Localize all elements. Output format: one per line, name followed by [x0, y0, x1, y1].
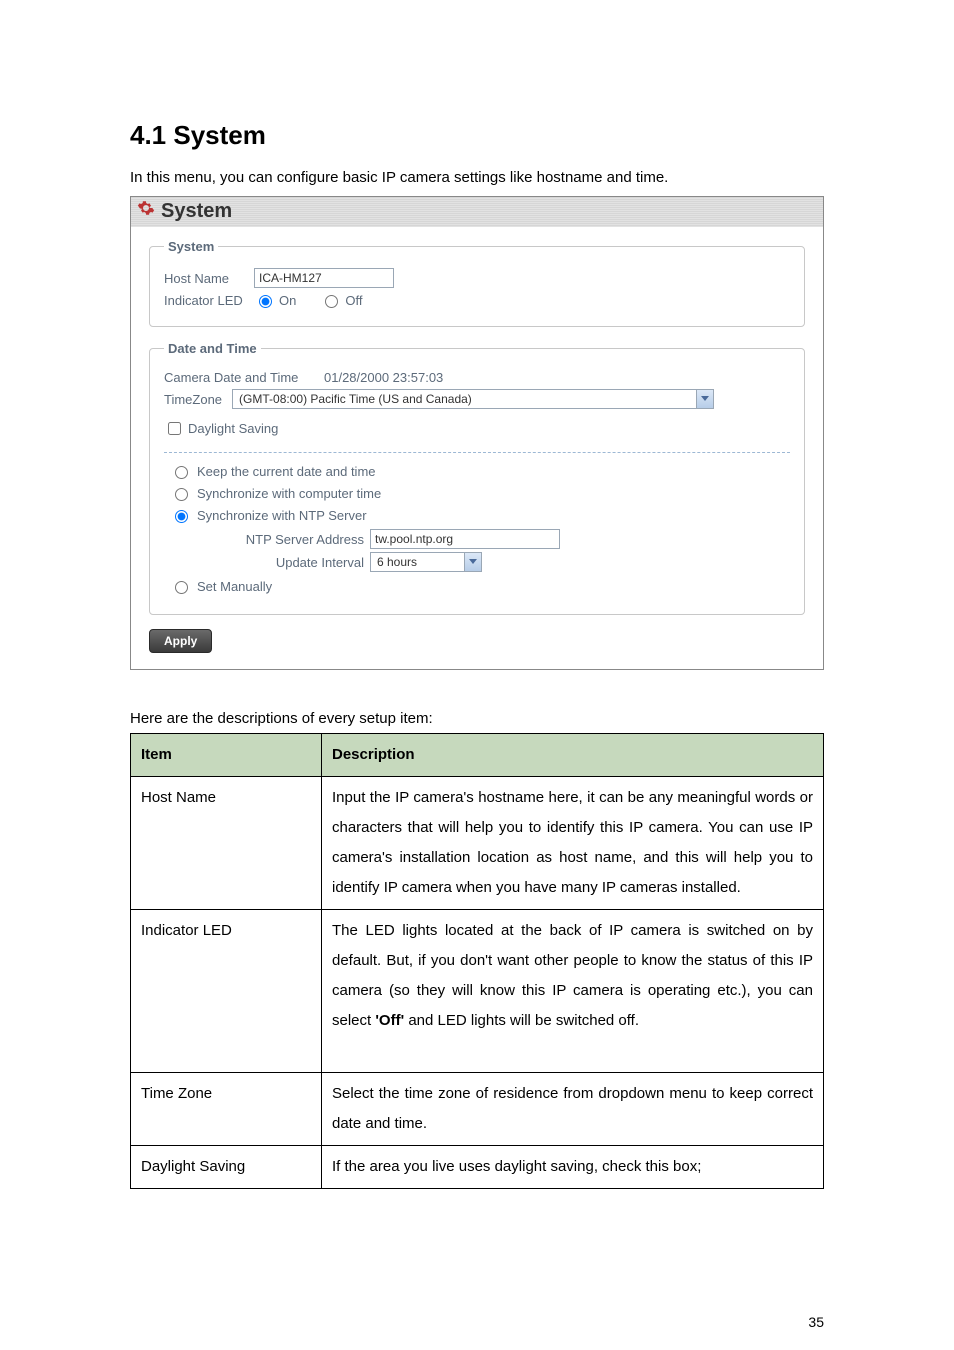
ntp-address-label: NTP Server Address: [234, 532, 364, 547]
daylight-checkbox[interactable]: [168, 422, 181, 435]
table-row: Indicator LED The LED lights located at …: [131, 910, 824, 1073]
cell-item: Indicator LED: [131, 910, 322, 1073]
apply-button[interactable]: Apply: [149, 629, 212, 653]
daylight-label: Daylight Saving: [188, 421, 278, 436]
group-legend: System: [164, 239, 218, 254]
system-group: System Host Name Indicator LED On Off: [149, 239, 805, 327]
table-row: Daylight Saving If the area you live use…: [131, 1146, 824, 1189]
indicator-led-label: Indicator LED: [164, 293, 244, 308]
set-manually-radio[interactable]: [175, 581, 188, 594]
camera-dt-label: Camera Date and Time: [164, 370, 314, 385]
table-intro: Here are the descriptions of every setup…: [130, 710, 824, 727]
update-interval-select[interactable]: 6 hours: [370, 552, 482, 572]
cell-desc: Select the time zone of residence from d…: [322, 1073, 824, 1146]
radio-label: Off: [345, 293, 362, 308]
chevron-down-icon: [464, 553, 481, 571]
cell-item: Host Name: [131, 777, 322, 910]
timezone-value: (GMT-08:00) Pacific Time (US and Canada): [233, 392, 696, 406]
datetime-group: Date and Time Camera Date and Time 01/28…: [149, 341, 805, 615]
th-desc: Description: [322, 734, 824, 777]
gear-icon: [137, 199, 155, 223]
panel-title: System: [161, 200, 232, 223]
cell-desc: The LED lights located at the back of IP…: [322, 910, 824, 1073]
intro-text: In this menu, you can configure basic IP…: [130, 169, 824, 186]
table-row: Host Name Input the IP camera's hostname…: [131, 777, 824, 910]
keep-current-radio[interactable]: [175, 466, 188, 479]
panel-header: System: [131, 197, 823, 227]
update-interval-value: 6 hours: [371, 555, 464, 569]
timezone-label: TimeZone: [164, 392, 222, 407]
chevron-down-icon: [696, 390, 713, 408]
indicator-on-radio[interactable]: [259, 295, 272, 308]
indicator-off-radio[interactable]: [325, 295, 338, 308]
cell-desc: Input the IP camera's hostname here, it …: [322, 777, 824, 910]
timezone-select[interactable]: (GMT-08:00) Pacific Time (US and Canada): [232, 389, 714, 409]
page-title: 4.1 System: [130, 120, 824, 151]
radio-label: Set Manually: [197, 579, 272, 594]
radio-label: On: [279, 293, 296, 308]
description-table: Item Description Host Name Input the IP …: [130, 733, 824, 1189]
radio-label: Synchronize with computer time: [197, 486, 381, 501]
camera-dt-value: 01/28/2000 23:57:03: [324, 370, 443, 385]
page-number: 35: [808, 1314, 824, 1330]
system-panel: System System Host Name Indicator LED On: [130, 196, 824, 670]
separator: [164, 452, 790, 453]
th-item: Item: [131, 734, 322, 777]
ntp-address-input[interactable]: [370, 529, 560, 549]
radio-label: Keep the current date and time: [197, 464, 376, 479]
cell-item: Time Zone: [131, 1073, 322, 1146]
update-interval-label: Update Interval: [234, 555, 364, 570]
radio-label: Synchronize with NTP Server: [197, 508, 367, 523]
table-row: Time Zone Select the time zone of reside…: [131, 1073, 824, 1146]
sync-ntp-radio[interactable]: [175, 510, 188, 523]
hostname-input[interactable]: [254, 268, 394, 288]
cell-desc: If the area you live uses daylight savin…: [322, 1146, 824, 1189]
cell-item: Daylight Saving: [131, 1146, 322, 1189]
sync-pc-radio[interactable]: [175, 488, 188, 501]
group-legend: Date and Time: [164, 341, 261, 356]
hostname-label: Host Name: [164, 271, 244, 286]
